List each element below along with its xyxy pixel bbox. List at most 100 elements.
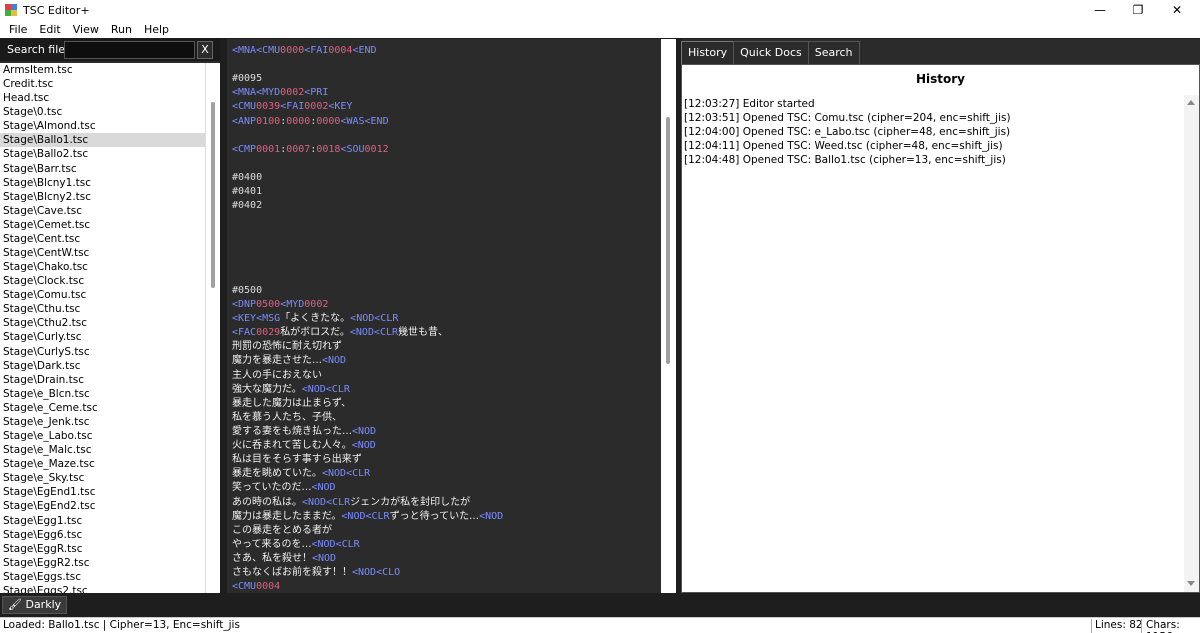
file-list-item[interactable]: Stage\Comu.tsc: [0, 288, 205, 302]
history-log[interactable]: [12:03:27] Editor started [12:03:51] Ope…: [682, 95, 1184, 592]
file-list-item[interactable]: Stage\Blcny2.tsc: [0, 190, 205, 204]
editor-line[interactable]: [232, 242, 503, 256]
editor-line[interactable]: <CMP0001:0007:0018<SOU0012: [232, 143, 503, 157]
file-list-item[interactable]: Stage\Ballo1.tsc: [0, 133, 205, 148]
file-list-scrollbar[interactable]: [205, 63, 220, 593]
editor-line[interactable]: 暴走を眺めていた。<NOD<CLR: [232, 467, 503, 481]
file-list-item[interactable]: Stage\Dark.tsc: [0, 359, 205, 373]
menu-run[interactable]: Run: [105, 23, 138, 36]
editor-line[interactable]: やって来るのを…<NOD<CLR: [232, 538, 503, 552]
file-list-item[interactable]: Stage\Eggs2.tsc: [0, 584, 205, 593]
editor-line[interactable]: [232, 58, 503, 72]
file-list-item[interactable]: Stage\e_Labo.tsc: [0, 429, 205, 443]
file-list-item[interactable]: Stage\Clock.tsc: [0, 274, 205, 288]
file-list-item[interactable]: Stage\Cave.tsc: [0, 204, 205, 218]
editor-line[interactable]: 強大な魔力だ。<NOD<CLR: [232, 383, 503, 397]
editor-line[interactable]: さあ、私を殺せ！<NOD: [232, 552, 503, 566]
file-list-item[interactable]: Stage\Cthu2.tsc: [0, 316, 205, 330]
editor-line[interactable]: 刑罰の恐怖に耐え切れず: [232, 340, 503, 354]
file-list-item[interactable]: Stage\EggR.tsc: [0, 542, 205, 556]
file-list-item[interactable]: Stage\Blcny1.tsc: [0, 176, 205, 190]
file-list-item[interactable]: Stage\e_Sky.tsc: [0, 471, 205, 485]
file-list-item[interactable]: Stage\Drain.tsc: [0, 373, 205, 387]
editor-line[interactable]: 私を慕う人たち、子供、: [232, 411, 503, 425]
menu-edit[interactable]: Edit: [33, 23, 66, 36]
file-list-item[interactable]: Stage\Cent.tsc: [0, 232, 205, 246]
file-list-item[interactable]: Stage\Barr.tsc: [0, 162, 205, 176]
menu-view[interactable]: View: [67, 23, 105, 36]
history-scrollbar[interactable]: [1184, 95, 1199, 592]
editor-line[interactable]: <CMU0039<FAI0002<KEY: [232, 100, 503, 114]
file-list-item[interactable]: Stage\Egg6.tsc: [0, 528, 205, 542]
editor-line[interactable]: [232, 227, 503, 241]
editor-line[interactable]: [232, 256, 503, 270]
search-file-input[interactable]: [64, 41, 195, 59]
file-list-item[interactable]: Stage\Chako.tsc: [0, 260, 205, 274]
close-button[interactable]: ✕: [1154, 0, 1200, 20]
editor-line[interactable]: <DNP0500<MYD0002: [232, 298, 503, 312]
editor-line[interactable]: 魔力を暴走させた…<NOD: [232, 354, 503, 368]
editor-line[interactable]: この暴走をとめる者が: [232, 524, 503, 538]
file-list-item[interactable]: Stage\Egg1.tsc: [0, 514, 205, 528]
theme-button[interactable]: 🖌 Darkly: [2, 596, 68, 614]
editor-line[interactable]: 愛する妻をも焼き払った…<NOD: [232, 425, 503, 439]
file-list-item[interactable]: Stage\Eggs.tsc: [0, 570, 205, 584]
editor-line[interactable]: [232, 270, 503, 284]
file-list-item[interactable]: Stage\e_Maze.tsc: [0, 457, 205, 471]
file-list-item[interactable]: Stage\e_Ceme.tsc: [0, 401, 205, 415]
editor-line[interactable]: #0401: [232, 185, 503, 199]
menu-file[interactable]: File: [3, 23, 33, 36]
editor-line[interactable]: <MNA<CMU0000<FAI0004<END: [232, 44, 503, 58]
clear-search-button[interactable]: X: [197, 41, 213, 59]
file-list-item[interactable]: Stage\EggR2.tsc: [0, 556, 205, 570]
menu-help[interactable]: Help: [138, 23, 175, 36]
file-list-item[interactable]: Stage\Cemet.tsc: [0, 218, 205, 232]
editor-line[interactable]: [232, 157, 503, 171]
scroll-up-arrow-icon[interactable]: [1187, 100, 1195, 105]
file-list-item[interactable]: ArmsItem.tsc: [0, 63, 205, 77]
file-list-item[interactable]: Stage\Almond.tsc: [0, 119, 205, 133]
file-list-item[interactable]: Stage\EgEnd1.tsc: [0, 485, 205, 499]
file-list-item[interactable]: Stage\EgEnd2.tsc: [0, 499, 205, 513]
editor-line[interactable]: <ANP0100:0000:0000<WAS<END: [232, 115, 503, 129]
editor-scrollbar[interactable]: [661, 39, 676, 593]
editor-line[interactable]: <FAC0029私がボロスだ。<NOD<CLR幾世も昔、: [232, 326, 503, 340]
editor-line[interactable]: [232, 213, 503, 227]
script-editor[interactable]: <MNA<CMU0000<FAI0004<END #0095 <MNA<MYD00…: [227, 39, 661, 593]
editor-line[interactable]: 火に呑まれて苦しむ人々。<NOD: [232, 439, 503, 453]
file-list-item[interactable]: Stage\0.tsc: [0, 105, 205, 119]
editor-line[interactable]: <KEY<MSG「よくきたな。<NOD<CLR: [232, 312, 503, 326]
file-list-item[interactable]: Stage\CentW.tsc: [0, 246, 205, 260]
scroll-down-arrow-icon[interactable]: [1187, 581, 1195, 586]
editor-line[interactable]: 私は目をそらす事すら出来ず: [232, 453, 503, 467]
editor-scrollbar-thumb[interactable]: [666, 117, 670, 364]
editor-line[interactable]: #0095: [232, 72, 503, 86]
file-list-scrollbar-thumb[interactable]: [211, 102, 215, 288]
tab-history[interactable]: History: [681, 41, 735, 64]
file-list-item[interactable]: Stage\CurlyS.tsc: [0, 345, 205, 359]
editor-line[interactable]: 暴走した魔力は止まらず、: [232, 397, 503, 411]
editor-line[interactable]: [232, 129, 503, 143]
file-list-item[interactable]: Stage\Cthu.tsc: [0, 302, 205, 316]
editor-line[interactable]: #0500: [232, 284, 503, 298]
file-list-item[interactable]: Stage\e_Jenk.tsc: [0, 415, 205, 429]
file-list[interactable]: ArmsItem.tsc Credit.tsc Head.tsc Stage\0.ts…: [0, 63, 205, 593]
editor-line[interactable]: #0400: [232, 171, 503, 185]
file-list-item[interactable]: Stage\e_Malc.tsc: [0, 443, 205, 457]
file-list-item[interactable]: Head.tsc: [0, 91, 205, 105]
tab-search[interactable]: Search: [807, 41, 860, 64]
editor-line[interactable]: 魔力は暴走したままだ。<NOD<CLRずっと待っていた…<NOD: [232, 510, 503, 524]
tab-quick-docs[interactable]: Quick Docs: [733, 41, 809, 64]
editor-line[interactable]: <MNA<MYD0002<PRI: [232, 86, 503, 100]
editor-line[interactable]: #0402: [232, 199, 503, 213]
editor-line[interactable]: あの時の私は。<NOD<CLRジェンカが私を封印したが: [232, 496, 503, 510]
file-list-item[interactable]: Stage\Curly.tsc: [0, 330, 205, 344]
file-list-item[interactable]: Stage\e_Blcn.tsc: [0, 387, 205, 401]
file-list-item[interactable]: Stage\Ballo2.tsc: [0, 147, 205, 161]
editor-line[interactable]: 主人の手におえない: [232, 369, 503, 383]
editor-line[interactable]: 笑っていたのだ…<NOD: [232, 481, 503, 495]
file-list-item[interactable]: Credit.tsc: [0, 77, 205, 91]
editor-line[interactable]: さもなくばお前を殺す！！<NOD<CLO: [232, 566, 503, 580]
editor-line[interactable]: <CMU0004: [232, 580, 503, 593]
editor-text[interactable]: <MNA<CMU0000<FAI0004<END #0095 <MNA<MYD00…: [232, 44, 503, 593]
